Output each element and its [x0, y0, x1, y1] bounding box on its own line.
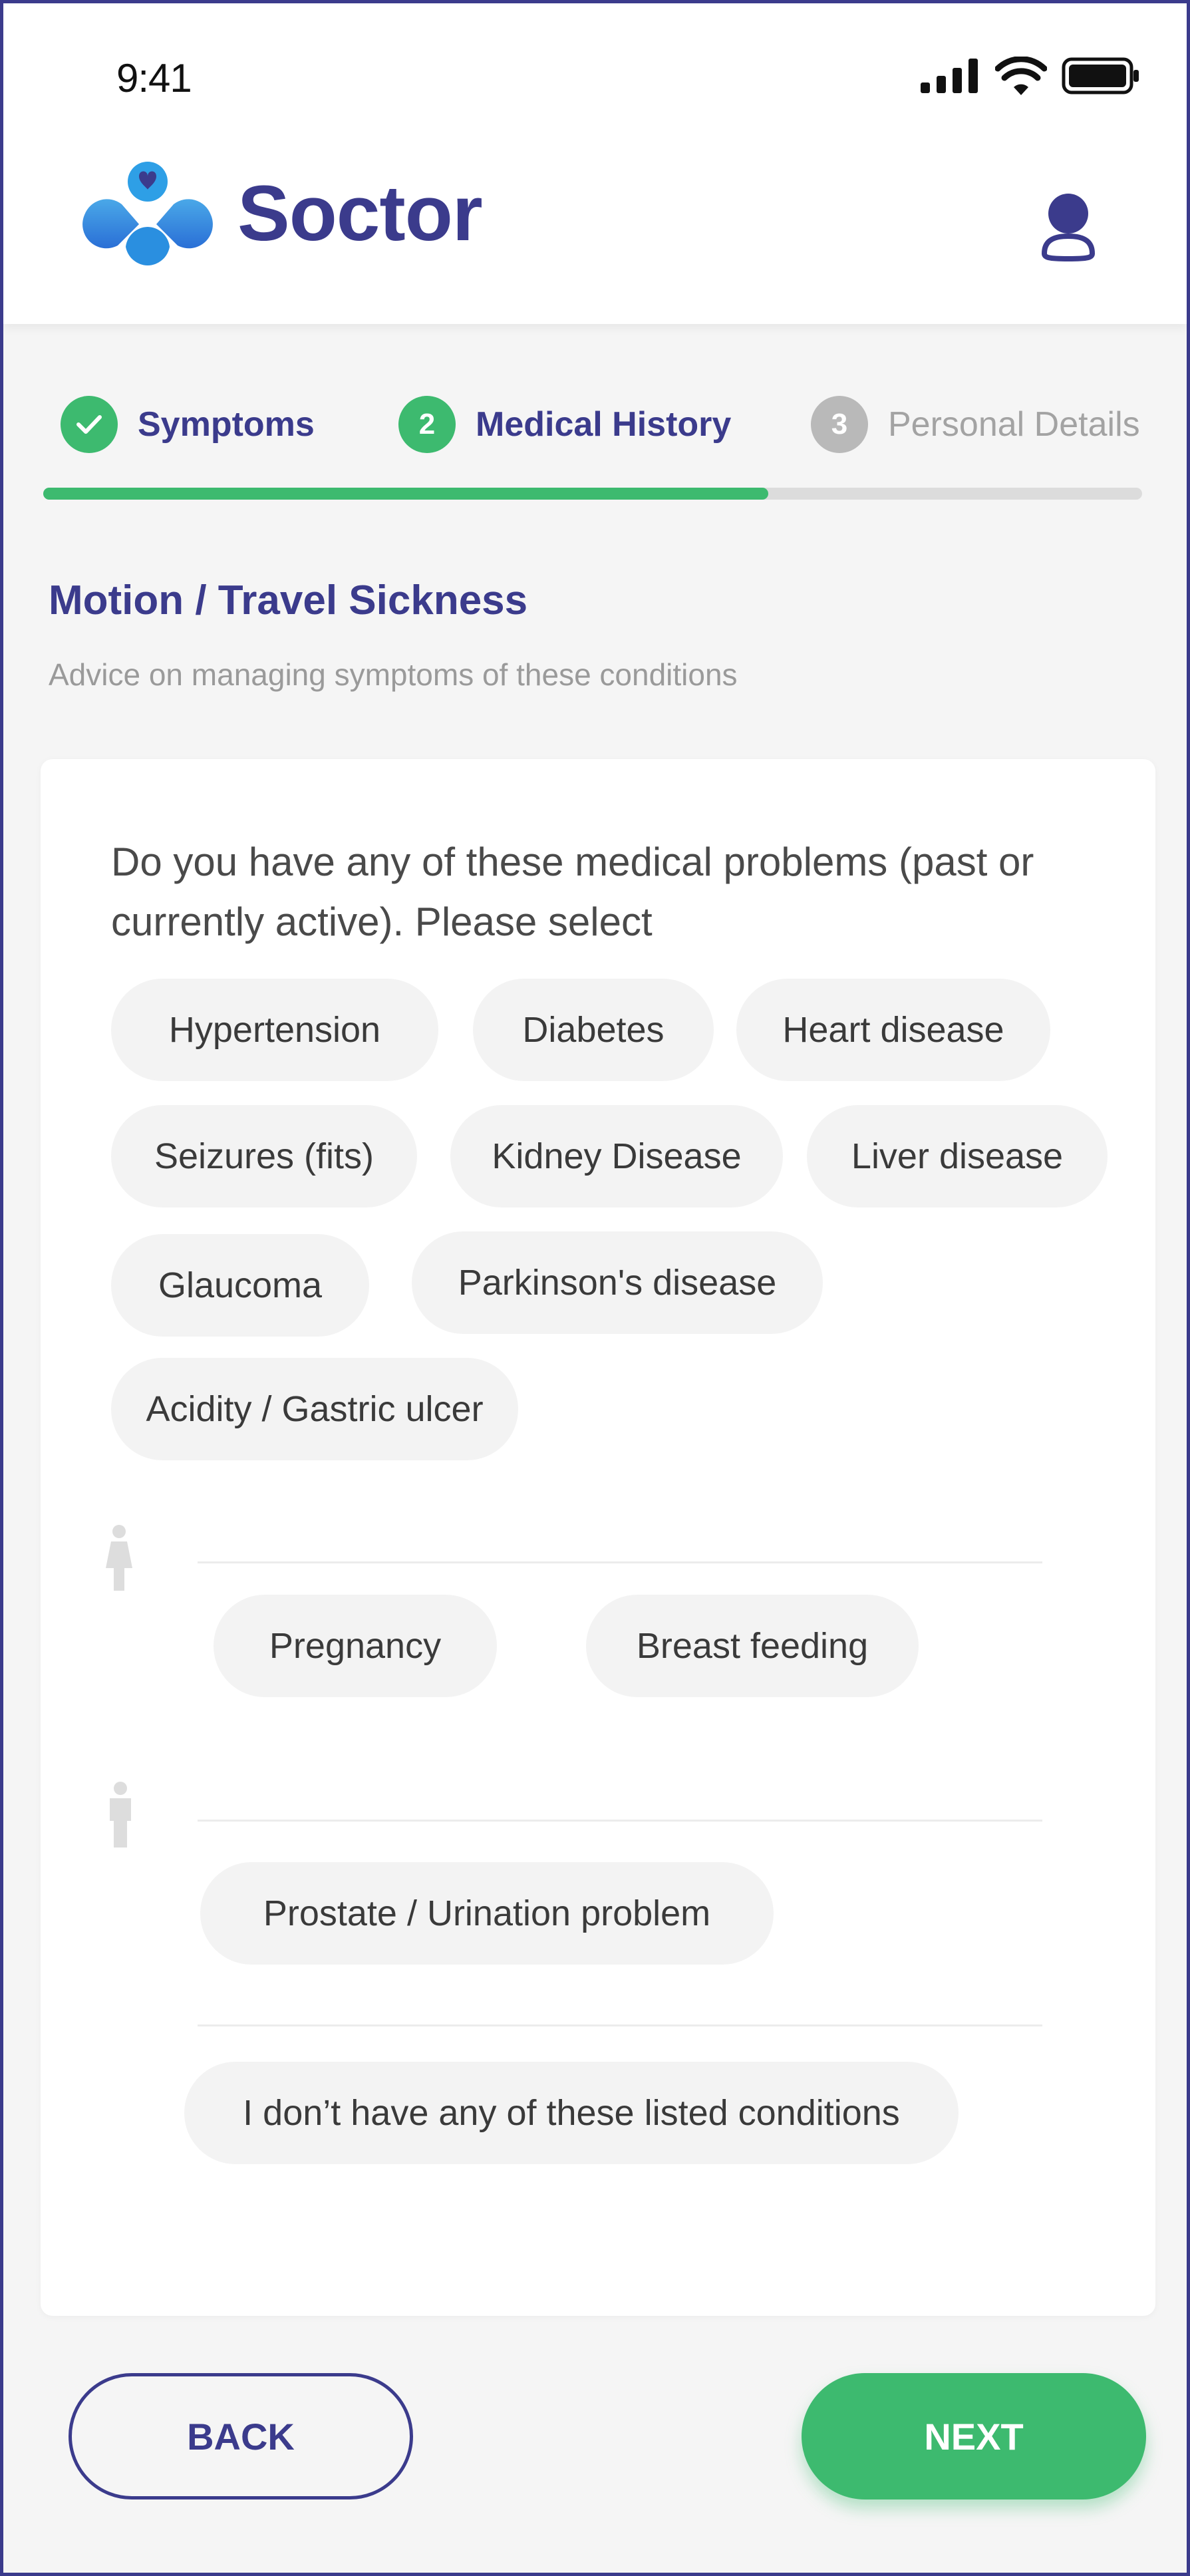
heart-logo-icon: [82, 162, 213, 265]
condition-chip[interactable]: Seizures (fits): [111, 1105, 417, 1208]
step-personal-details[interactable]: 3 Personal Details: [811, 395, 1140, 454]
condition-chip[interactable]: Liver disease: [807, 1105, 1108, 1208]
status-icons: [921, 57, 1140, 95]
condition-chip[interactable]: Diabetes: [473, 979, 714, 1081]
page-subtitle: Advice on managing symptoms of these con…: [49, 657, 738, 692]
step-label: Symptoms: [138, 405, 315, 444]
progress-bar: [43, 488, 1142, 500]
male-icon: [110, 1782, 131, 1848]
brand-name: Soctor: [237, 170, 483, 257]
back-button[interactable]: BACK: [69, 2373, 413, 2499]
step-medical-history[interactable]: 2 Medical History: [398, 395, 731, 454]
step-number: 2: [398, 396, 456, 453]
section-divider: [198, 1561, 1042, 1563]
check-icon: [61, 396, 118, 453]
condition-chip[interactable]: Parkinson's disease: [412, 1231, 823, 1334]
condition-chip[interactable]: Hypertension: [111, 979, 438, 1081]
condition-chip[interactable]: Kidney Disease: [450, 1105, 783, 1208]
phone-frame: 9:41 Soctor Symptoms 2 Medical History 3…: [0, 0, 1190, 2576]
profile-button[interactable]: [1036, 190, 1100, 263]
section-divider: [198, 1820, 1042, 1822]
wifi-icon: [995, 57, 1047, 95]
question-text: Do you have any of these medical problem…: [111, 840, 1034, 944]
logo: Soctor: [78, 160, 483, 267]
progress-fill: [43, 488, 769, 500]
step-label: Medical History: [476, 405, 732, 444]
section-divider: [198, 2024, 1042, 2026]
male-condition-chip[interactable]: Prostate / Urination problem: [200, 1862, 774, 1965]
conditions-card: Do you have any of these medical problem…: [41, 759, 1155, 2316]
step-symptoms[interactable]: Symptoms: [61, 395, 315, 454]
female-icon: [106, 1525, 132, 1591]
page-title: Motion / Travel Sickness: [49, 577, 528, 623]
step-number: 3: [811, 396, 868, 453]
app-header: 9:41 Soctor: [3, 3, 1187, 324]
condition-chip[interactable]: Heart disease: [736, 979, 1050, 1081]
user-icon: [1041, 194, 1096, 262]
progress-stepper: Symptoms 2 Medical History 3 Personal De…: [43, 395, 1141, 468]
condition-chip[interactable]: Acidity / Gastric ulcer: [111, 1358, 518, 1460]
female-condition-chip[interactable]: Pregnancy: [214, 1595, 497, 1697]
status-time: 9:41: [116, 56, 192, 100]
female-condition-chip[interactable]: Breast feeding: [586, 1595, 919, 1697]
none-option-chip[interactable]: I don’t have any of these listed conditi…: [184, 2062, 959, 2164]
battery-icon: [1062, 57, 1139, 94]
next-button[interactable]: NEXT: [802, 2373, 1146, 2499]
signal-icon: [921, 59, 978, 93]
condition-chip[interactable]: Glaucoma: [111, 1234, 369, 1337]
step-label: Personal Details: [888, 405, 1140, 444]
